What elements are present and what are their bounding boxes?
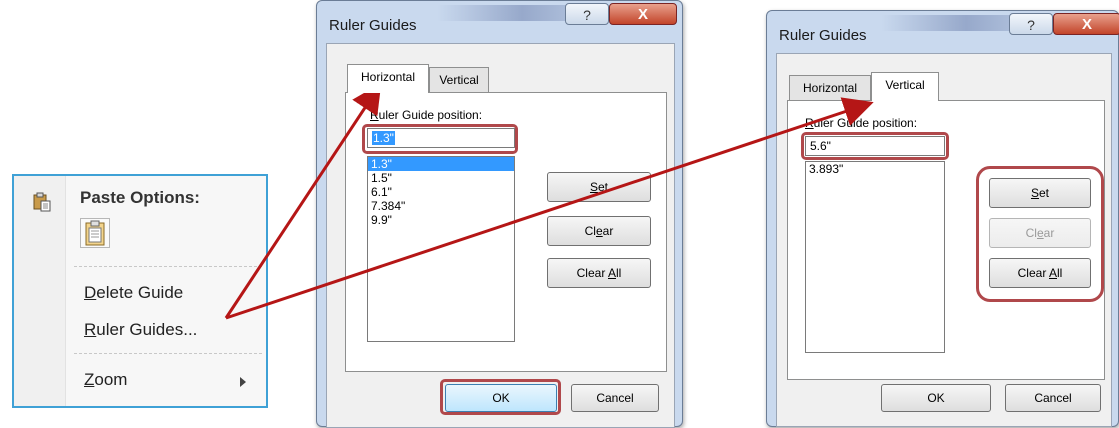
clear-all-button[interactable]: Clear All [547,258,651,288]
guide-position-list[interactable]: 1.3" 1.5" 6.1" 7.384" 9.9" [367,156,515,342]
highlight-position-input [801,132,949,160]
tab-vertical[interactable]: Vertical [429,67,489,93]
list-item[interactable]: 1.5" [368,171,514,185]
help-button[interactable]: ? [1009,13,1053,35]
help-button[interactable]: ? [565,3,609,25]
menu-item-delete-guide[interactable]: Delete Guide [84,283,183,303]
list-item[interactable]: 9.9" [368,213,514,227]
position-label: Ruler Guide position: [370,108,483,122]
highlight-button-group [976,166,1104,302]
highlight-ok-button [440,379,561,415]
context-menu: Paste Options: Delete Guide Ruler Guides… [12,174,268,408]
keep-source-formatting-icon[interactable] [80,218,110,248]
set-button[interactable]: Set [547,172,651,202]
dialog-client: Horizontal Vertical Ruler Guide position… [776,53,1112,427]
close-button[interactable]: X [609,3,677,25]
position-label: Ruler Guide position: [805,116,918,130]
list-item[interactable]: 6.1" [368,185,514,199]
highlight-position-input [362,124,518,154]
ruler-guides-dialog-horizontal: Ruler Guides ? X Horizontal Vertical Rul… [316,0,683,428]
tab-horizontal[interactable]: Horizontal [789,75,871,101]
list-item[interactable]: 1.3" [368,157,514,171]
submenu-arrow-icon [240,377,246,387]
ruler-guides-dialog-vertical: Ruler Guides ? X Horizontal Vertical Rul… [766,10,1119,427]
close-button[interactable]: X [1053,13,1119,35]
guide-position-list[interactable]: 3.893" [805,161,945,353]
paste-icon[interactable] [32,192,52,212]
menu-item-ruler-guides[interactable]: Ruler Guides... [84,320,197,340]
menu-separator [74,353,262,354]
cancel-button[interactable]: Cancel [571,384,659,412]
cancel-button[interactable]: Cancel [1005,384,1101,412]
ok-button[interactable]: OK [881,384,991,412]
dialog-client: Horizontal Vertical Ruler Guide position… [326,43,675,428]
tab-horizontal[interactable]: Horizontal [347,64,429,93]
dialog-title: Ruler Guides [779,27,867,44]
dialog-title: Ruler Guides [329,17,417,34]
menu-separator [74,266,262,267]
clipboard-icon [85,220,105,246]
menu-item-zoom[interactable]: Zoom [84,370,127,390]
tab-vertical[interactable]: Vertical [871,72,939,101]
paste-options-header: Paste Options: [80,188,200,207]
list-item[interactable]: 7.384" [368,199,514,213]
list-item[interactable]: 3.893" [806,162,944,176]
clear-button[interactable]: Clear [547,216,651,246]
